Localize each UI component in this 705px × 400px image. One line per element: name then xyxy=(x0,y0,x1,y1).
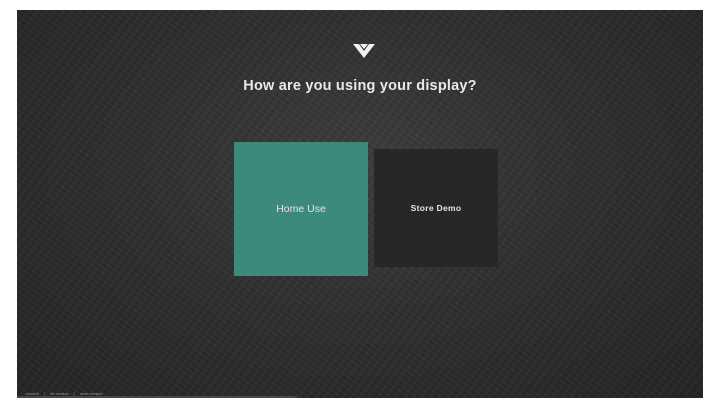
home-use-label: Home Use xyxy=(276,203,326,215)
store-demo-label: Store Demo xyxy=(410,203,462,213)
page-title: How are you using your display? xyxy=(243,78,477,94)
progress-bar xyxy=(17,396,297,398)
setup-screen: How are you using your display? Home Use… xyxy=(17,10,703,398)
vizio-v-icon xyxy=(353,44,375,58)
store-demo-button[interactable]: Store Demo xyxy=(374,149,498,267)
home-use-button[interactable]: Home Use xyxy=(234,142,368,276)
